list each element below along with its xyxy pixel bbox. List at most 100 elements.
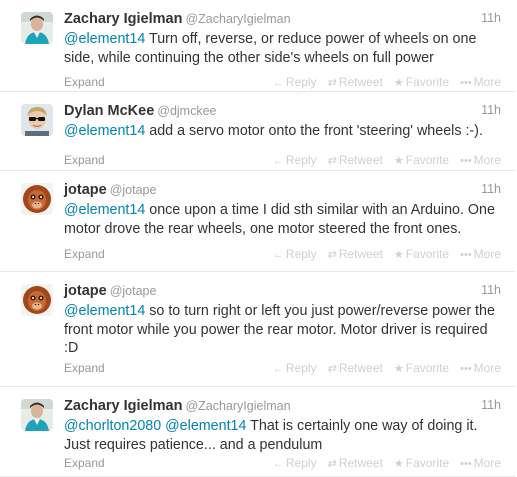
retweet-action[interactable]: ⇄ Retweet	[328, 247, 383, 261]
text-segment: motor drove the rear wheels, one motor s…	[64, 220, 462, 237]
tweet-text-line: front motor while you power the rear mot…	[64, 321, 504, 340]
author-name[interactable]: Dylan McKee	[64, 103, 154, 119]
text-segment: Just requires patience... and a pendulum	[64, 436, 323, 453]
tweet-header: Zachary Igielman @ZacharyIgielman 11h	[64, 397, 501, 417]
favorite-action[interactable]: ★ Favorite	[394, 361, 449, 375]
retweet-icon: ⇄	[327, 458, 337, 470]
text-segment: so to turn right or left you just power/…	[145, 303, 495, 319]
reply-action[interactable]: ← Reply	[273, 456, 317, 470]
tweet-text: @element14 add a servo motor onto the fr…	[64, 122, 504, 141]
retweet-label: Retweet	[338, 247, 383, 261]
tweet-item[interactable]: Zachary Igielman @ZacharyIgielman 11h @chor…	[0, 387, 515, 477]
more-dots-icon: •••	[460, 155, 472, 167]
reply-icon: ←	[272, 249, 284, 261]
reply-action[interactable]: ← Reply	[273, 153, 317, 167]
mention-link[interactable]: @element14	[165, 418, 246, 434]
tweet-header: Dylan McKee @djmckee 11h	[64, 102, 501, 122]
retweet-icon: ⇄	[327, 155, 337, 167]
text-segment: :D	[64, 340, 79, 356]
more-dots-icon: •••	[460, 363, 472, 375]
reply-action[interactable]: ← Reply	[273, 361, 317, 375]
favorite-label: Favorite	[405, 75, 450, 89]
favorite-action[interactable]: ★ Favorite	[394, 456, 449, 470]
timestamp[interactable]: 11h	[481, 103, 501, 117]
timestamp[interactable]: 11h	[481, 283, 501, 297]
reply-label: Reply	[285, 361, 317, 375]
author-handle[interactable]: @jotape	[110, 284, 157, 298]
author-name[interactable]: Zachary Igielman	[64, 11, 182, 27]
retweet-label: Retweet	[338, 153, 383, 167]
retweet-action[interactable]: ⇄ Retweet	[328, 153, 383, 167]
more-action[interactable]: ••• More	[460, 247, 501, 261]
retweet-icon: ⇄	[327, 249, 337, 261]
favorite-label: Favorite	[405, 456, 450, 470]
more-action[interactable]: ••• More	[460, 456, 501, 470]
star-icon: ★	[393, 249, 404, 261]
timestamp[interactable]: 11h	[481, 182, 501, 196]
tweet-timeline: Zachary Igielman @ZacharyIgielman 11h @elem…	[0, 0, 515, 477]
author-handle[interactable]: @ZacharyIgielman	[185, 12, 290, 26]
star-icon: ★	[393, 363, 404, 375]
expand-link[interactable]: Expand	[64, 75, 105, 89]
retweet-icon: ⇄	[327, 77, 337, 89]
expand-link[interactable]: Expand	[64, 456, 105, 470]
more-label: More	[473, 361, 501, 375]
tweet-text-line: motor drove the rear wheels, one motor s…	[64, 220, 504, 239]
star-icon: ★	[393, 77, 404, 89]
tweet-item[interactable]: Zachary Igielman @ZacharyIgielman 11h @elem…	[0, 0, 515, 92]
tweet-actions: ← Reply ⇄ Retweet ★ Favorite ••• More	[262, 456, 501, 470]
more-action[interactable]: ••• More	[460, 153, 501, 167]
expand-link[interactable]: Expand	[64, 153, 105, 167]
reply-label: Reply	[285, 247, 317, 261]
tweet-item[interactable]: jotape @jotape 11h @element14 once upon a t…	[0, 171, 515, 272]
retweet-label: Retweet	[338, 361, 383, 375]
expand-link[interactable]: Expand	[64, 361, 105, 375]
avatar[interactable]	[21, 399, 53, 431]
text-segment: once upon a time I did sth similar with …	[145, 202, 495, 218]
reply-label: Reply	[285, 456, 317, 470]
more-dots-icon: •••	[460, 458, 472, 470]
favorite-action[interactable]: ★ Favorite	[394, 75, 449, 89]
tweet-actions: ← Reply ⇄ Retweet ★ Favorite ••• More	[262, 153, 501, 167]
retweet-action[interactable]: ⇄ Retweet	[328, 75, 383, 89]
author-handle[interactable]: @djmckee	[157, 104, 216, 118]
retweet-action[interactable]: ⇄ Retweet	[328, 456, 383, 470]
mention-link[interactable]: @element14	[64, 123, 145, 139]
expand-link[interactable]: Expand	[64, 247, 105, 261]
author-handle[interactable]: @ZacharyIgielman	[185, 399, 290, 413]
avatar[interactable]	[21, 104, 53, 136]
tweet-text: @element14 Turn off, reverse, or reduce …	[64, 30, 504, 67]
tweet-item[interactable]: jotape @jotape 11h @element14 so to turn ri…	[0, 272, 515, 387]
favorite-action[interactable]: ★ Favorite	[394, 153, 449, 167]
tweet-item[interactable]: Dylan McKee @djmckee 11h @element14 add a s…	[0, 92, 515, 171]
avatar[interactable]	[21, 183, 53, 215]
author-name[interactable]: jotape	[64, 283, 107, 299]
author-handle[interactable]: @jotape	[110, 183, 157, 197]
avatar[interactable]	[21, 12, 53, 44]
reply-action[interactable]: ← Reply	[273, 247, 317, 261]
avatar[interactable]	[21, 284, 53, 316]
author-name[interactable]: Zachary Igielman	[64, 398, 182, 414]
retweet-icon: ⇄	[327, 363, 337, 375]
mention-link[interactable]: @element14	[64, 303, 145, 319]
more-action[interactable]: ••• More	[460, 75, 501, 89]
tweet-header: jotape @jotape 11h	[64, 282, 501, 302]
tweet-text-line: @element14 Turn off, reverse, or reduce …	[64, 30, 504, 49]
mention-link[interactable]: @element14	[64, 31, 145, 47]
timestamp[interactable]: 11h	[481, 398, 501, 412]
text-segment: side, while continuing the other side's …	[64, 49, 434, 66]
tweet-text-line: :D	[64, 339, 504, 358]
favorite-action[interactable]: ★ Favorite	[394, 247, 449, 261]
author-name[interactable]: jotape	[64, 182, 107, 198]
more-label: More	[473, 75, 501, 89]
mention-link[interactable]: @element14	[64, 202, 145, 218]
retweet-action[interactable]: ⇄ Retweet	[328, 361, 383, 375]
mention-link[interactable]: @chorlton2080	[64, 418, 161, 434]
reply-action[interactable]: ← Reply	[273, 75, 317, 89]
more-action[interactable]: ••• More	[460, 361, 501, 375]
tweet-text-line: @chorlton2080 @element14 That is certain…	[64, 417, 504, 436]
text-segment: front motor while you power the rear mot…	[64, 321, 488, 338]
reply-icon: ←	[272, 363, 284, 375]
timestamp[interactable]: 11h	[481, 11, 501, 25]
tweet-header: Zachary Igielman @ZacharyIgielman 11h	[64, 10, 501, 30]
